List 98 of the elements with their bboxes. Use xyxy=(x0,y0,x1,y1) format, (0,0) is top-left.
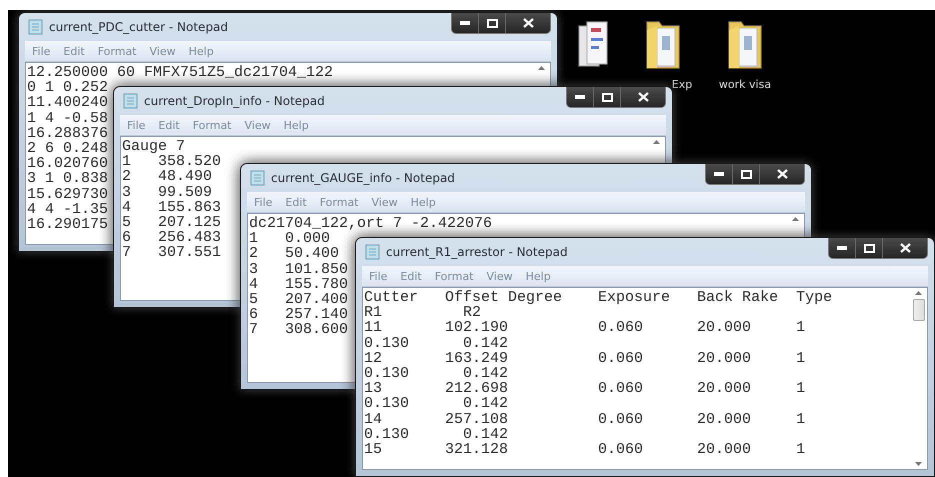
close-icon xyxy=(900,243,910,253)
text-line: 1 0.000 xyxy=(249,231,330,246)
text-line: 14 257.108 0.060 20.000 1 xyxy=(364,412,806,427)
document-icon xyxy=(123,93,138,109)
text-line: 0.130 0.142 xyxy=(364,366,508,382)
maximize-icon xyxy=(602,92,612,102)
minimize-icon xyxy=(837,246,847,250)
menu-item[interactable]: File xyxy=(127,118,146,132)
close-button[interactable] xyxy=(506,13,550,33)
minimize-button[interactable] xyxy=(829,238,856,258)
icon-label: Exp xyxy=(672,78,692,91)
menu-item[interactable]: View xyxy=(372,196,398,208)
menu-item[interactable]: Help xyxy=(284,118,309,132)
text-line: 4 4 -1.35 xyxy=(27,202,108,218)
close-icon xyxy=(776,169,788,179)
text-line: 7 308.600 xyxy=(249,322,348,338)
maximize-button[interactable] xyxy=(856,238,883,258)
close-button[interactable] xyxy=(883,238,927,258)
maximize-button[interactable] xyxy=(733,164,760,184)
close-icon xyxy=(638,92,648,102)
scroll-up-icon[interactable] xyxy=(915,291,922,295)
text-line: 4 155.863 xyxy=(122,200,222,216)
text-line: 5 207.400 xyxy=(249,292,348,308)
minimize-button[interactable] xyxy=(567,87,594,107)
menu-item[interactable]: Edit xyxy=(158,118,180,132)
maximize-icon xyxy=(486,18,498,28)
menu-item[interactable]: Help xyxy=(526,270,551,282)
menu-item[interactable]: View xyxy=(486,270,513,282)
text-line: 15 321.128 0.060 20.000 1 xyxy=(364,442,806,458)
text-line: 5 207.125 xyxy=(122,215,222,230)
window-title: current_PDC_cutter - Notepad xyxy=(49,20,228,34)
scroll-up-icon[interactable] xyxy=(538,66,545,70)
text-line: 3 101.850 xyxy=(249,262,348,277)
text-line: 15.629730 xyxy=(27,186,108,202)
maximize-button[interactable] xyxy=(479,13,506,33)
text-line: 7 307.551 xyxy=(122,245,222,261)
scroll-up-icon[interactable] xyxy=(792,217,799,221)
text-line: 11.400240 xyxy=(27,95,108,111)
close-button[interactable] xyxy=(621,87,665,107)
maximize-button[interactable] xyxy=(594,87,621,107)
text-line: 0.130 0.142 xyxy=(364,396,508,412)
text-line: 6 256.483 xyxy=(122,230,222,246)
text-line: 1 358.520 xyxy=(122,154,222,170)
scroll-thumb[interactable] xyxy=(912,299,924,321)
close-button[interactable] xyxy=(760,164,804,184)
text-line: 3 99.509 xyxy=(122,184,212,200)
menu-item[interactable]: Edit xyxy=(285,196,307,208)
text-line: dc21704_122,ort 7 -2.422076 xyxy=(249,216,492,232)
text-line: 12 163.249 0.060 20.000 1 xyxy=(364,350,806,366)
menu-item[interactable]: Help xyxy=(188,44,214,58)
maximize-icon xyxy=(864,244,874,252)
menu-item[interactable]: File xyxy=(254,196,272,208)
text-line: Gauge 7 xyxy=(122,139,186,154)
window-title: current_DropIn_info - Notepad xyxy=(144,94,325,108)
menu-item[interactable]: Edit xyxy=(63,44,85,58)
minimize-icon xyxy=(460,21,470,25)
text-line: 2 48.490 xyxy=(122,169,212,185)
minimize-icon xyxy=(575,95,585,99)
scroll-down-icon[interactable] xyxy=(915,462,922,466)
window-title: current_GAUGE_info - Notepad xyxy=(271,171,455,185)
document-icon xyxy=(250,170,265,186)
text-line: 0.130 0.142 xyxy=(364,336,508,351)
minimize-button[interactable] xyxy=(706,164,733,184)
menu-item[interactable]: Help xyxy=(410,196,436,208)
minimize-icon xyxy=(714,172,724,176)
text-line: 16.288376 xyxy=(27,126,108,142)
menu-item[interactable]: View xyxy=(244,118,271,132)
text-line: 13 212.698 0.060 20.000 1 xyxy=(364,381,806,396)
document-icon xyxy=(365,244,380,260)
menu-item[interactable]: Edit xyxy=(400,270,422,282)
menu-item[interactable]: File xyxy=(369,270,388,282)
close-icon xyxy=(522,18,534,28)
text-line: 11 102.190 0.060 20.000 1 xyxy=(364,320,806,336)
text-line: 4 155.780 xyxy=(249,276,348,292)
document-icon xyxy=(28,19,43,35)
text-line: 1 4 -0.58 xyxy=(27,110,108,126)
text-line: 12.250000 60 FMFX751Z5_dc21704_122 xyxy=(27,65,334,80)
text-line: Cutter Offset Degree Exposure Back Rake Type xyxy=(364,290,832,306)
text-line: 16.020760 xyxy=(27,156,108,172)
menu-item[interactable]: Format xyxy=(98,44,136,58)
menu-item[interactable]: Format xyxy=(320,196,358,208)
minimize-button[interactable] xyxy=(452,13,479,33)
text-line: 0 1 0.252 xyxy=(27,80,108,96)
menu-item[interactable]: File xyxy=(32,44,50,58)
menu-item[interactable]: Format xyxy=(192,118,232,132)
icon-label: work visa xyxy=(718,78,772,91)
text-line: R1 R2 xyxy=(364,305,482,320)
window-title: current_R1_arrestor - Notepad xyxy=(386,245,568,259)
text-line: 0.130 0.142 xyxy=(364,426,508,442)
text-line: 3 1 0.838 xyxy=(27,171,108,187)
maximize-icon xyxy=(740,170,752,178)
text-line: 16.290175 xyxy=(27,217,108,232)
text-line: 6 257.140 xyxy=(249,307,348,322)
menu-item[interactable]: View xyxy=(150,44,176,58)
menu-item[interactable]: Format xyxy=(434,270,474,282)
text-line: 2 50.400 xyxy=(249,246,340,262)
text-line: 2 6 0.248 xyxy=(27,141,108,156)
scroll-up-icon[interactable] xyxy=(653,140,660,144)
